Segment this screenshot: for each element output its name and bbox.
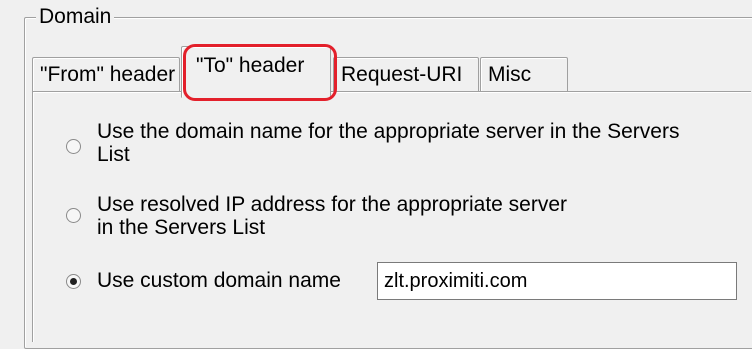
option-domain-name-line1: Use the domain name for the appropriate … <box>97 120 680 143</box>
option-resolved-ip-line1: Use resolved IP address for the appropri… <box>97 193 568 216</box>
option-resolved-ip-line2: in the Servers List <box>97 216 266 239</box>
tab-from-header[interactable]: "From" header <box>32 57 180 91</box>
tab-to-header[interactable]: "To" header <box>181 46 331 98</box>
tab-request-uri[interactable]: Request-URI <box>333 57 479 91</box>
option-domain-name-line2: List <box>97 143 130 166</box>
tab-misc[interactable]: Misc <box>480 57 568 91</box>
radio-custom-domain[interactable] <box>66 274 81 289</box>
radio-domain-name[interactable] <box>66 139 81 154</box>
option-custom-domain-label: Use custom domain name <box>97 269 341 292</box>
radio-resolved-ip[interactable] <box>66 208 81 223</box>
custom-domain-input[interactable] <box>377 262 737 300</box>
domain-group-title: Domain <box>36 4 115 30</box>
